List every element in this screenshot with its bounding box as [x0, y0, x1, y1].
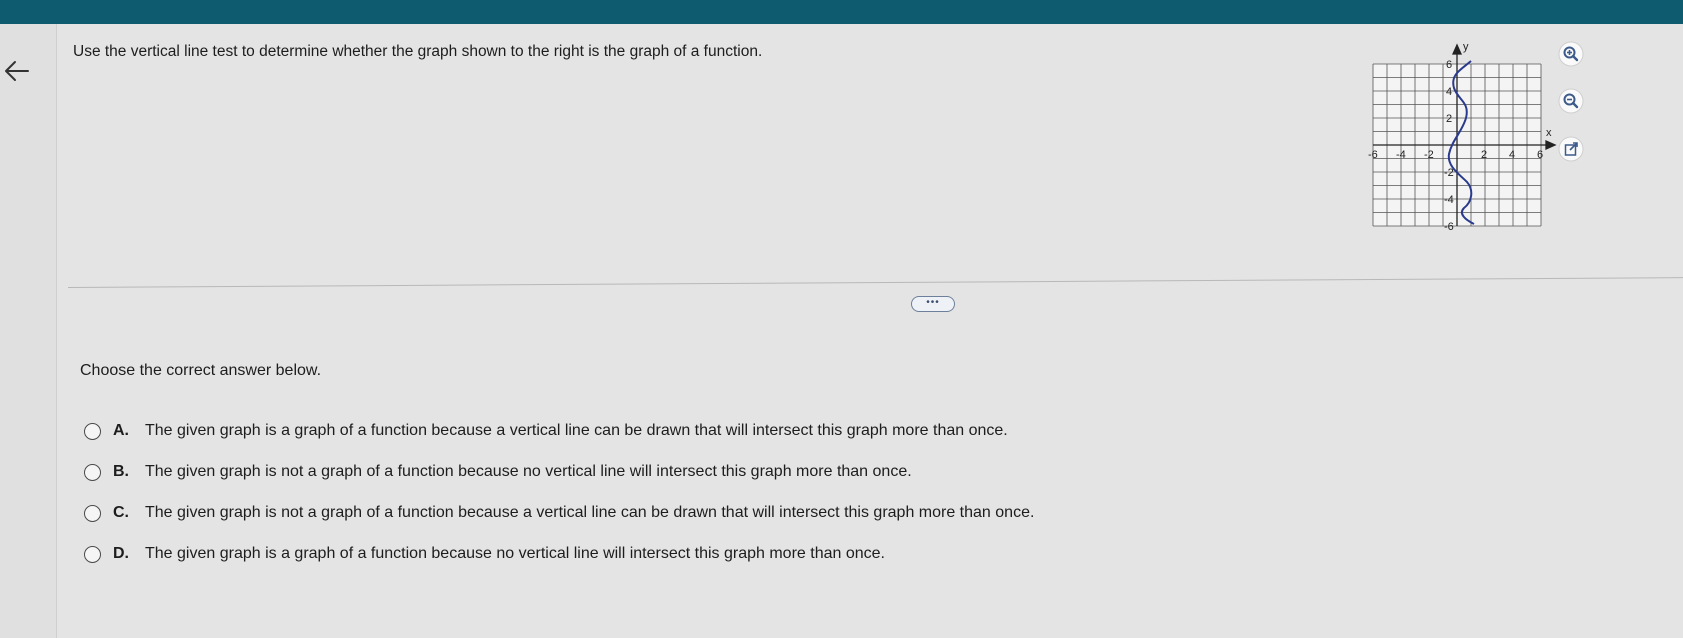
more-options-button[interactable]: •••	[911, 296, 955, 312]
radio-button[interactable]	[84, 463, 101, 481]
choice-d[interactable]: D. The given graph is a graph of a funct…	[84, 545, 885, 563]
radio-button[interactable]	[84, 422, 101, 440]
question-text: Use the vertical line test to determine …	[73, 43, 763, 60]
choice-letter: B.	[113, 463, 129, 480]
external-link-icon[interactable]	[1558, 136, 1584, 162]
choice-text: The given graph is a graph of a function…	[145, 545, 885, 562]
x-tick-label: 2	[1481, 149, 1487, 161]
choice-c[interactable]: C. The given graph is not a graph of a f…	[84, 504, 1034, 522]
choice-letter: A.	[113, 422, 129, 439]
zoom-in-icon[interactable]	[1558, 41, 1584, 67]
radio-button[interactable]	[84, 504, 101, 522]
y-tick-label: 4	[1446, 86, 1452, 98]
y-tick-label: -2	[1444, 167, 1454, 179]
back-arrow-icon[interactable]	[2, 56, 32, 86]
choice-text: The given graph is not a graph of a func…	[145, 504, 1035, 521]
x-tick-label: -2	[1424, 149, 1434, 161]
x-axis-label: x	[1546, 127, 1552, 139]
choice-text: The given graph is a graph of a function…	[145, 422, 1008, 439]
x-tick-label: -4	[1396, 149, 1406, 161]
left-rail	[0, 24, 57, 638]
choice-a[interactable]: A. The given graph is a graph of a funct…	[84, 422, 1008, 440]
top-bar	[0, 0, 1683, 24]
choice-letter: C.	[113, 504, 129, 521]
y-axis-label: y	[1463, 41, 1469, 53]
choice-b[interactable]: B. The given graph is not a graph of a f…	[84, 463, 912, 481]
choice-letter: D.	[113, 545, 129, 562]
zoom-out-icon[interactable]	[1558, 88, 1584, 114]
section-divider	[67, 277, 1683, 288]
x-tick-label: 6	[1537, 149, 1543, 161]
y-tick-label: -4	[1444, 194, 1454, 206]
answer-prompt: Choose the correct answer below.	[80, 362, 322, 379]
y-tick-label: -6	[1444, 221, 1454, 233]
radio-button[interactable]	[84, 545, 101, 563]
y-tick-label: 6	[1446, 59, 1452, 71]
x-tick-label: -6	[1368, 149, 1378, 161]
y-tick-label: 2	[1446, 113, 1452, 125]
choice-text: The given graph is not a graph of a func…	[145, 463, 912, 480]
function-graph: x y -6 -4 -2 2 4 6 6 4 2 -2 -4 -6	[1362, 36, 1562, 236]
x-tick-label: 4	[1509, 149, 1515, 161]
